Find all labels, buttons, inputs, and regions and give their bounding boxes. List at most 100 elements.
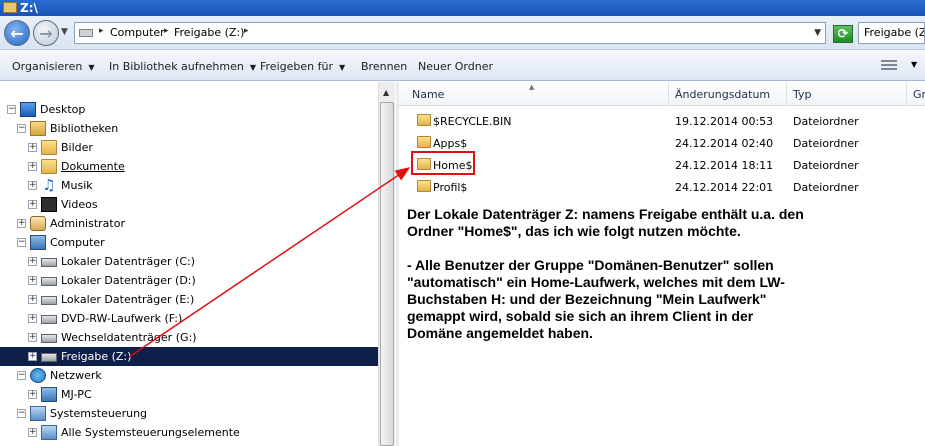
expand-icon[interactable]: + [28,314,37,323]
file-name: $RECYCLE.BIN [433,115,512,128]
collapse-icon[interactable]: − [7,105,16,114]
window-title: Z:\ [20,1,38,15]
collapse-icon[interactable]: − [17,238,26,247]
title-bar: Z:\ [0,0,925,16]
folder-icon [417,180,431,192]
videos-icon [41,197,57,212]
expand-icon[interactable]: + [28,200,37,209]
breadcrumb-chevron-icon[interactable]: ▸ [244,26,249,36]
file-name: Apps$ [433,137,468,150]
arrow-left-icon: ← [10,23,24,43]
tree-item-drive-c[interactable]: + Lokaler Datenträger (C:) [0,252,378,271]
search-input[interactable]: Freigabe (Z:) durchsuchen [858,22,925,44]
tree-item-label: Musik [61,179,93,192]
breadcrumb-computer[interactable]: Computer [110,26,165,39]
tree-item-drive-g[interactable]: + Wechseldatenträger (G:) [0,328,378,347]
expand-icon[interactable]: + [28,390,37,399]
expand-icon[interactable]: + [28,333,37,342]
expand-icon[interactable]: + [28,162,37,171]
dvd-drive-icon [41,315,57,324]
file-row[interactable]: $RECYCLE.BIN 19.12.2014 00:53 Dateiordne… [399,110,925,132]
file-row[interactable]: Apps$ 24.12.2014 02:40 Dateiordner [399,132,925,154]
tree-item-label: Freigabe (Z:) [61,350,132,363]
tree-item-desktop[interactable]: − Desktop [0,100,378,119]
tree-item-mj-pc[interactable]: + MJ-PC [0,385,378,404]
column-header-date[interactable]: Änderungsdatum [669,82,787,106]
scroll-up-icon[interactable]: ▲ [383,88,389,97]
collapse-icon[interactable]: − [17,371,26,380]
file-row[interactable]: Profil$ 24.12.2014 22:01 Dateiordner [399,176,925,198]
new-folder-button[interactable]: Neuer Ordner [418,60,493,73]
file-type: Dateiordner [793,137,859,150]
burn-button[interactable]: Brennen [361,60,407,73]
tree-item-music[interactable]: + ♫ Musik [0,176,378,195]
folder-icon [417,136,431,148]
music-icon: ♫ [42,176,56,194]
tree-item-share-z[interactable]: + Freigabe (Z:) [0,347,378,366]
user-folder-icon [30,216,46,231]
column-header-name[interactable]: Name [399,82,669,106]
documents-icon [41,159,57,174]
tree-item-pictures[interactable]: + Bilder [0,138,378,157]
chevron-down-icon: ▼ [249,63,256,72]
annotation-paragraph: - Alle Benutzer der Gruppe "Domänen-Benu… [407,257,785,341]
highlight-box [411,151,475,175]
computer-icon [41,387,57,402]
tree-item-label: Administrator [50,217,125,230]
annotation-text: Der Lokale Datenträger Z: namens Freigab… [407,206,917,342]
expand-icon[interactable]: + [17,219,26,228]
removable-drive-icon [41,334,57,343]
expand-icon[interactable]: + [28,428,37,437]
tree-item-network[interactable]: − Netzwerk [0,366,378,385]
tree-item-drive-e[interactable]: + Lokaler Datenträger (E:) [0,290,378,309]
address-bar: ← → ▼ ▸ Computer ▸ Freigabe (Z:) ▸ ▼ ⟳ F… [0,16,925,50]
refresh-button[interactable]: ⟳ [833,25,853,43]
tree-item-administrator[interactable]: + Administrator [0,214,378,233]
file-type: Dateiordner [793,115,859,128]
expand-icon[interactable]: + [28,352,37,361]
refresh-icon: ⟳ [837,26,849,42]
file-name: Profil$ [433,181,468,194]
chevron-down-icon[interactable]: ▼ [911,60,917,69]
address-path[interactable]: ▸ Computer ▸ Freigabe (Z:) ▸ ▼ [74,22,826,44]
drive-icon [41,258,57,267]
tree-item-control-panel[interactable]: − Systemsteuerung [0,404,378,423]
tree-item-drive-f[interactable]: + DVD-RW-Laufwerk (F:) [0,309,378,328]
breadcrumb-share[interactable]: Freigabe (Z:) [174,26,244,39]
collapse-icon[interactable]: − [17,124,26,133]
tree-item-videos[interactable]: + Videos [0,195,378,214]
breadcrumb-chevron-icon[interactable]: ▸ [164,26,169,36]
tree-item-documents[interactable]: + Dokumente [0,157,378,176]
column-header-type[interactable]: Typ [787,82,907,106]
forward-button[interactable]: → [33,20,59,46]
recent-pages-chevron-icon[interactable]: ▼ [61,27,68,37]
chevron-down-icon: ▼ [88,63,95,72]
organize-button[interactable]: Organisieren ▼ [12,60,94,73]
view-options-icon[interactable] [881,60,897,72]
desktop-icon [20,102,36,117]
file-date: 24.12.2014 22:01 [675,181,774,194]
collapse-icon[interactable]: − [17,409,26,418]
tree-item-all-control-panel-items[interactable]: + Alle Systemsteuerungselemente [0,423,378,442]
file-row[interactable]: Home$ 24.12.2014 18:11 Dateiordner [399,154,925,176]
expand-icon[interactable]: + [28,295,37,304]
expand-icon[interactable]: + [28,257,37,266]
tree-item-computer[interactable]: − Computer [0,233,378,252]
share-with-button[interactable]: Freigeben für ▼ [260,60,345,73]
include-in-library-button[interactable]: In Bibliothek aufnehmen ▼ [109,60,256,73]
tree-item-label: Wechseldatenträger (G:) [61,331,197,344]
navigation-scrollbar[interactable]: ▲ [378,82,395,446]
expand-icon[interactable]: + [28,276,37,285]
tree-item-drive-d[interactable]: + Lokaler Datenträger (D:) [0,271,378,290]
tree-item-label: Videos [61,198,98,211]
address-dropdown-icon[interactable]: ▼ [814,28,821,38]
expand-icon[interactable]: + [28,143,37,152]
expand-icon[interactable]: + [28,181,37,190]
scrollbar-thumb[interactable] [380,102,394,446]
tree-item-label: Alle Systemsteuerungselemente [61,426,240,439]
column-header-size[interactable]: Gr [907,82,925,106]
back-button[interactable]: ← [4,20,30,46]
pictures-icon [41,140,57,155]
tree-item-libraries[interactable]: − Bibliotheken [0,119,378,138]
breadcrumb-chevron-icon[interactable]: ▸ [99,26,104,36]
